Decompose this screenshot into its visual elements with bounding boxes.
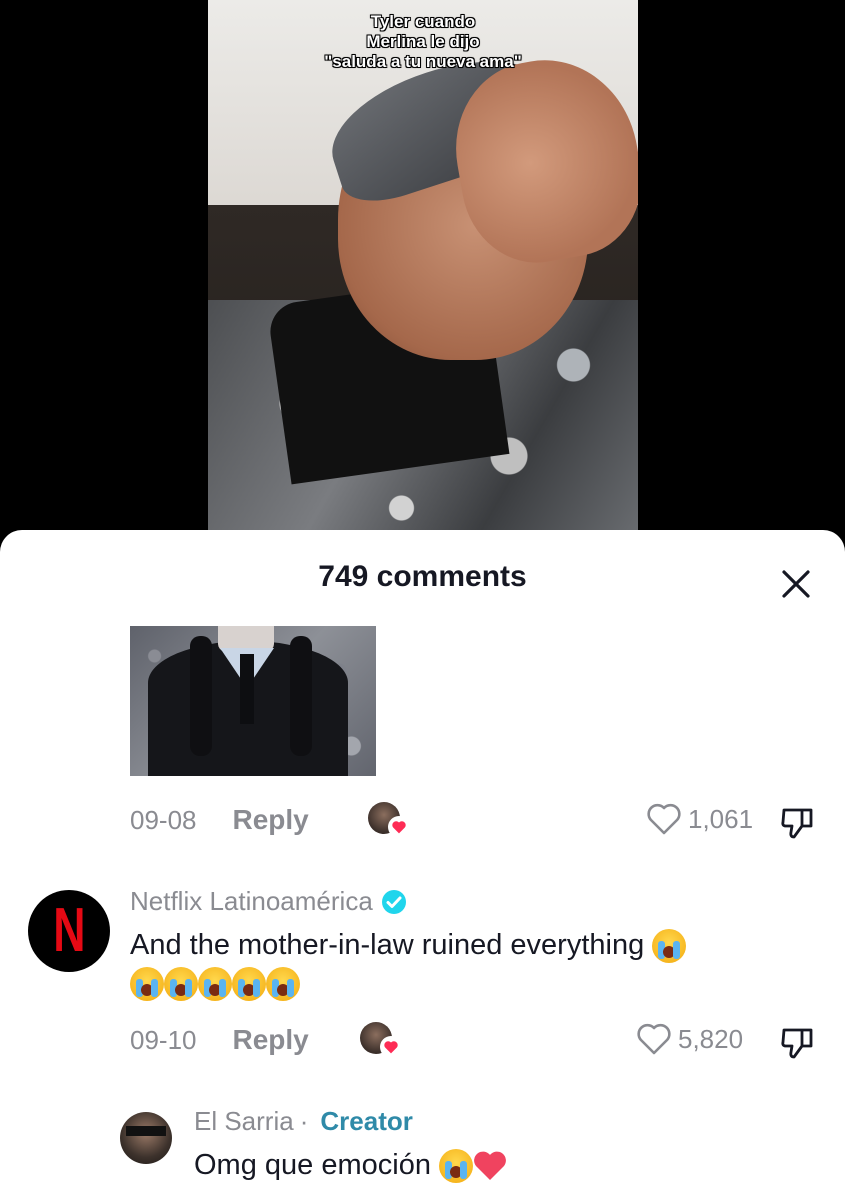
loudly-crying-face-icon <box>164 967 198 1002</box>
verified-badge-icon <box>381 889 406 914</box>
video-frame <box>208 0 638 560</box>
netflix-logo-icon: N <box>52 896 86 965</box>
comment-body: And the mother-in-law ruined everything <box>130 926 810 1002</box>
avatar[interactable]: N <box>28 890 110 972</box>
thumbs-down-icon <box>781 1028 813 1059</box>
close-icon <box>782 570 810 598</box>
username-separator: · <box>299 1106 309 1136</box>
comment-username[interactable]: Netflix Latinoamérica <box>130 886 407 917</box>
comment-body: Omg que emoción <box>194 1146 794 1184</box>
red-heart-icon <box>474 1151 506 1181</box>
like-button[interactable]: 1,061 <box>646 802 753 836</box>
comment-meta-row: 09-10 Reply <box>130 1020 309 1060</box>
heart-icon <box>380 1036 402 1058</box>
avatar[interactable] <box>120 1112 172 1164</box>
loudly-crying-face-icon <box>266 967 300 1002</box>
creator-liked-indicator <box>360 1022 402 1058</box>
image-braid-left <box>190 636 212 756</box>
heart-outline-icon <box>647 803 681 835</box>
username-text: El Sarria <box>194 1106 294 1136</box>
video-caption: Tyler cuando Merlina le dijo "saluda a t… <box>208 12 638 72</box>
close-button[interactable] <box>776 564 816 604</box>
thumbs-down-icon <box>781 808 813 839</box>
caption-line: Tyler cuando <box>370 12 476 31</box>
comment-meta-row: 09-08 Reply <box>130 800 309 840</box>
creator-liked-indicator <box>368 802 410 838</box>
comment-image-attachment[interactable] <box>130 626 376 776</box>
image-tie <box>240 654 254 724</box>
heart-icon <box>388 816 410 838</box>
heart-outline-icon <box>637 1023 671 1055</box>
dislike-button[interactable] <box>778 1022 818 1062</box>
like-count: 1,061 <box>688 803 754 834</box>
comment-username[interactable]: El Sarria · Creator <box>194 1106 413 1137</box>
reply-button[interactable]: Reply <box>233 804 309 836</box>
reply-button[interactable]: Reply <box>233 1024 309 1056</box>
comment-date: 09-08 <box>130 804 197 835</box>
video-player[interactable]: Tyler cuando Merlina le dijo "saluda a t… <box>0 0 845 560</box>
like-button[interactable]: 5,820 <box>636 1022 743 1056</box>
loudly-crying-face-icon <box>439 1149 474 1184</box>
loudly-crying-face-icon <box>198 967 232 1002</box>
creator-badge: Creator <box>320 1106 413 1136</box>
username-text: Netflix Latinoamérica <box>130 886 373 916</box>
comments-count-title: 749 comments <box>318 560 527 593</box>
loudly-crying-face-icon <box>130 967 164 1002</box>
caption-line: "saluda a tu nueva ama" <box>324 52 522 71</box>
comment-date: 09-10 <box>130 1024 197 1055</box>
comments-sheet: 749 comments 09-08 Reply 1,061 N Netflix… <box>0 530 845 1200</box>
avatar-censor-bar <box>126 1126 166 1136</box>
dislike-button[interactable] <box>778 802 818 842</box>
comment-text: Omg que emoción <box>194 1149 431 1181</box>
image-braid-right <box>290 636 312 756</box>
comment-text: And the mother-in-law ruined everything <box>130 929 645 961</box>
like-count: 5,820 <box>678 1023 744 1054</box>
caption-line: Merlina le dijo <box>366 32 480 51</box>
loudly-crying-face-icon <box>232 967 266 1002</box>
loudly-crying-face-icon <box>652 929 687 964</box>
